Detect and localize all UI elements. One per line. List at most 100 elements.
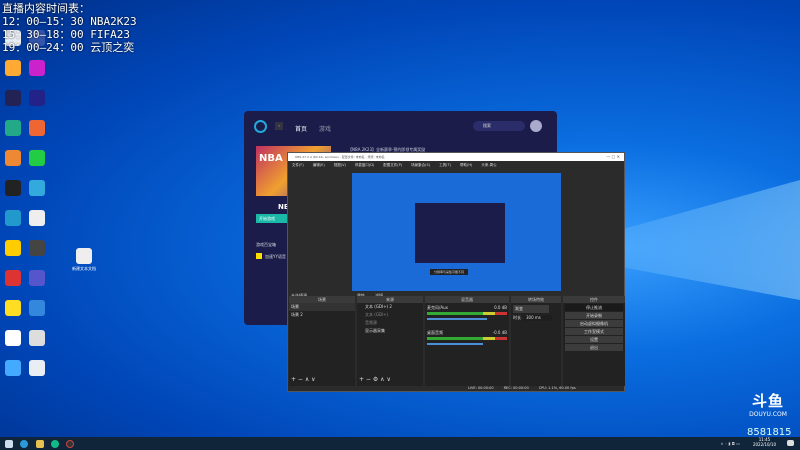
start-recording-button[interactable]: 开始录制 bbox=[565, 312, 623, 319]
scene-add-remove-buttons[interactable]: + − ∧ ∨ bbox=[291, 376, 316, 383]
desktop-shortcut-icon[interactable] bbox=[5, 360, 21, 376]
schedule-title: 直播内容时间表： bbox=[2, 2, 90, 15]
source-add-remove-buttons[interactable]: + − ⚙ ∧ ∨ bbox=[359, 376, 391, 383]
file-explorer-icon[interactable] bbox=[36, 440, 44, 448]
dock-title: 场景 bbox=[289, 296, 355, 303]
duration-input[interactable]: 300 ms bbox=[524, 315, 552, 321]
desktop-shortcut-icon[interactable] bbox=[5, 240, 21, 256]
channel-name: 桌面音频 bbox=[427, 330, 443, 335]
status-bar: LIVE: 00:00:00 REC: 00:00:00 CPU: 1.1%, … bbox=[468, 386, 576, 390]
desktop-file-label: 新建文本文档 bbox=[72, 266, 96, 271]
menu-item[interactable]: 视图(V) bbox=[334, 163, 346, 168]
desktop-shortcut-icon[interactable] bbox=[5, 180, 21, 196]
mixer-dock: 混音器 麦克风/Aux 0.0 dB 桌面音频 -0.0 dB bbox=[425, 296, 509, 386]
source-item[interactable]: 音频源 bbox=[357, 319, 423, 327]
desktop-shortcut-icon[interactable] bbox=[29, 240, 45, 256]
douyu-watermark: 斗鱼 DOUYU.COM bbox=[743, 390, 793, 418]
preview-canvas[interactable]: 分辨率与采集可能不同 bbox=[352, 173, 561, 291]
launcher-taskbar-icon[interactable] bbox=[51, 440, 59, 448]
scene-item[interactable]: 场景 bbox=[289, 303, 355, 311]
schedule-line: 15：30—18：00 FIFA23 bbox=[2, 28, 130, 41]
desktop-shortcut-icon[interactable] bbox=[29, 360, 45, 376]
desktop-shortcut-icon[interactable] bbox=[5, 90, 21, 106]
desktop-shortcut-icon[interactable] bbox=[5, 270, 21, 286]
yy-icon bbox=[256, 253, 262, 259]
cpu-status: CPU: 1.1%, 60.00 fps bbox=[538, 386, 576, 390]
menu-item[interactable]: 场景集合(S) bbox=[411, 163, 430, 168]
search-input[interactable]: 搜索 bbox=[473, 121, 525, 131]
schedule-line: 12：00—15：30 NBA2K23 bbox=[2, 15, 137, 28]
notification-icon[interactable] bbox=[787, 440, 794, 446]
clock-date: 2022/10/10 bbox=[752, 442, 776, 447]
settings-button[interactable]: 设置 bbox=[565, 336, 623, 343]
desktop-shortcut-icon[interactable] bbox=[29, 60, 45, 76]
preview-caption: 分辨率与采集可能不同 bbox=[430, 269, 469, 275]
tray-icons[interactable]: ∧ ◦ ▮ ◘ ▭ bbox=[720, 441, 740, 446]
desktop-shortcut-icon[interactable] bbox=[29, 300, 45, 316]
desktop-shortcut-icon[interactable] bbox=[5, 60, 21, 76]
window-controls[interactable]: — ▢ ✕ bbox=[606, 154, 620, 159]
mixer-channel: 麦克风/Aux 0.0 dB bbox=[425, 303, 509, 322]
menu-item[interactable]: 工具(T) bbox=[439, 163, 451, 168]
studio-mode-button[interactable]: 工作室模式 bbox=[565, 328, 623, 335]
desktop-shortcut-icon[interactable] bbox=[29, 270, 45, 286]
menu-item[interactable]: 文件(F) bbox=[292, 163, 304, 168]
desktop-shortcut-icon[interactable] bbox=[5, 210, 21, 226]
sources-dock: 来源 文本 (GDI+) 2 文本 (GDI+) 音频源 显示器采集 + − ⚙… bbox=[357, 296, 423, 386]
live-status: LIVE: 00:00:00 bbox=[468, 386, 494, 390]
menu-item[interactable]: 停靠窗口(D) bbox=[355, 163, 374, 168]
edge-icon[interactable] bbox=[20, 440, 28, 448]
rec-status: REC: 00:00:00 bbox=[503, 386, 529, 390]
menu-item[interactable]: 编辑(E) bbox=[313, 163, 325, 168]
stop-streaming-button[interactable]: 停止推流 bbox=[565, 304, 623, 311]
menu-bar: 文件(F) 编辑(E) 视图(V) 停靠窗口(D) 配置文件(P) 场景集合(S) 工具(T… bbox=[288, 161, 624, 169]
desktop-shortcut-icon[interactable] bbox=[5, 150, 21, 166]
clock[interactable]: 11:45 2022/10/10 bbox=[753, 437, 776, 447]
start-icon[interactable] bbox=[5, 440, 13, 448]
exit-button[interactable]: 退出 bbox=[565, 344, 623, 351]
channel-name: 麦克风/Aux bbox=[427, 305, 448, 310]
desktop-shortcut-icon[interactable] bbox=[29, 150, 45, 166]
volume-slider[interactable] bbox=[427, 318, 487, 320]
desktop-shortcut-icon[interactable] bbox=[5, 330, 21, 346]
taskbar: ∧ ◦ ▮ ◘ ▭ 11:45 2022/10/10 bbox=[0, 437, 800, 450]
desktop-shortcut-icon[interactable] bbox=[29, 180, 45, 196]
text-file-icon[interactable] bbox=[76, 248, 92, 264]
transition-select[interactable]: 渐变 bbox=[513, 305, 549, 313]
guide-item[interactable]: 加速YY语音 bbox=[265, 254, 286, 260]
desktop-shortcut-icon[interactable] bbox=[29, 120, 45, 136]
controls-dock: 控件 停止推流 开始录制 启动虚拟摄像机 工作室模式 设置 退出 bbox=[563, 296, 625, 386]
tab-home[interactable]: 首页 bbox=[295, 124, 307, 133]
duration-label: 时长 bbox=[513, 315, 521, 320]
desktop-shortcut-icon[interactable] bbox=[5, 300, 21, 316]
scene-item[interactable]: 场景 2 bbox=[289, 311, 355, 319]
desktop-shortcut-icon[interactable] bbox=[29, 210, 45, 226]
preview-nested-window bbox=[415, 203, 505, 263]
volume-slider[interactable] bbox=[427, 343, 483, 345]
desktop-shortcut-icon[interactable] bbox=[29, 330, 45, 346]
menu-item[interactable]: 头条-周公 bbox=[481, 163, 496, 168]
source-item[interactable]: 文本 (GDI+) bbox=[357, 311, 423, 319]
obs-window: OBS 27.2.4 (64-bit, windows) - 配置文件: 未命名… bbox=[287, 152, 625, 392]
source-item[interactable]: 文本 (GDI+) 2 bbox=[357, 303, 423, 311]
banner-text: NBA bbox=[259, 153, 283, 164]
obs-titlebar: OBS 27.2.4 (64-bit, windows) - 配置文件: 未命名… bbox=[288, 153, 624, 161]
menu-item[interactable]: 帮助(H) bbox=[460, 163, 472, 168]
douyu-logo: 斗鱼 bbox=[751, 392, 784, 410]
dock-title: 转场特效 bbox=[511, 296, 561, 303]
dock-title: 来源 bbox=[357, 296, 423, 303]
desktop-shortcut-icon[interactable] bbox=[5, 120, 21, 136]
menu-item[interactable]: 配置文件(P) bbox=[383, 163, 402, 168]
obs-taskbar-icon[interactable] bbox=[66, 440, 74, 448]
virtual-camera-button[interactable]: 启动虚拟摄像机 bbox=[565, 320, 623, 327]
schedule-line: 19：00—24：00 云顶之奕 bbox=[2, 41, 135, 54]
dock-title: 控件 bbox=[563, 296, 625, 303]
channel-db: 0.0 dB bbox=[494, 305, 507, 310]
source-item[interactable]: 显示器采集 bbox=[357, 327, 423, 335]
douyu-site: DOUYU.COM bbox=[749, 411, 787, 418]
tab-games[interactable]: 游戏 bbox=[319, 124, 331, 133]
desktop-shortcut-icon[interactable] bbox=[29, 90, 45, 106]
back-button[interactable]: ‹ bbox=[275, 122, 283, 130]
avatar[interactable] bbox=[530, 120, 542, 132]
schedule-overlay: 直播内容时间表： 12：00—15：30 NBA2K23 15：30—18：00… bbox=[2, 2, 137, 54]
